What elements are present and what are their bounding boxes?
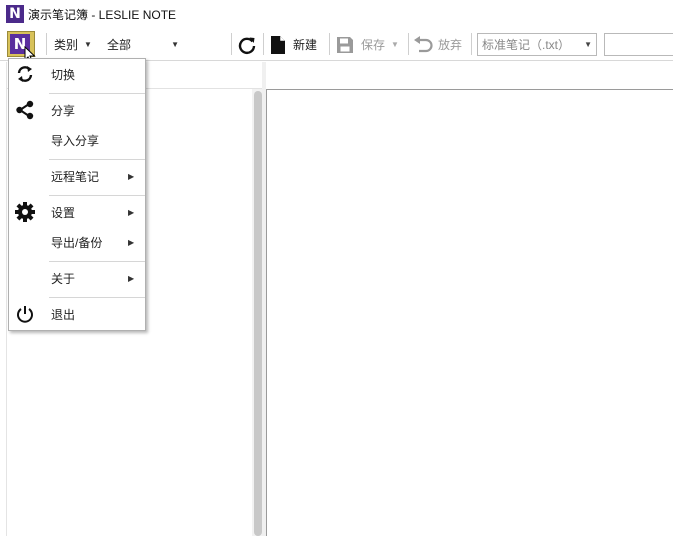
save-button[interactable]: 保存 ▼ xyxy=(336,28,399,61)
menu-item-label: 导入分享 xyxy=(51,133,100,148)
submenu-arrow-icon: ▶ xyxy=(128,237,135,247)
refresh-button[interactable] xyxy=(237,28,257,61)
menu-separator xyxy=(49,297,145,298)
menu-item-export-backup[interactable]: 导出/备份 ▶ xyxy=(9,228,145,256)
share-icon xyxy=(13,98,37,122)
chevron-down-icon: ▼ xyxy=(391,40,399,49)
menu-separator xyxy=(49,159,145,160)
menu-separator xyxy=(49,195,145,196)
editor-header xyxy=(266,62,673,89)
power-icon xyxy=(13,302,37,326)
new-note-button[interactable]: 新建 xyxy=(270,28,317,61)
menu-item-about[interactable]: 关于 ▶ xyxy=(9,264,145,292)
menu-item-label: 退出 xyxy=(51,307,76,322)
note-editor[interactable] xyxy=(266,89,673,536)
menu-item-exit[interactable]: 退出 xyxy=(9,300,145,328)
menu-item-label: 远程笔记 xyxy=(51,169,100,184)
menu-item-remote-notes[interactable]: 远程笔记 ▶ xyxy=(9,162,145,190)
save-icon xyxy=(337,36,353,53)
main-menu-popup: 切换 分享 导入分享 远程笔记 ▶ 设置 ▶ 导出/备份 ▶ 关于 ▶ 退出 xyxy=(8,58,146,331)
filter-all-dropdown[interactable]: 全部 ▼ xyxy=(107,28,183,61)
menu-item-label: 关于 xyxy=(51,271,76,286)
category-dropdown[interactable]: 类别 ▼ xyxy=(54,28,92,61)
menu-item-label: 设置 xyxy=(51,205,76,220)
save-label: 保存 xyxy=(361,38,386,52)
left-edge-strip xyxy=(0,62,7,536)
gear-icon xyxy=(13,200,37,224)
toolbar-separator xyxy=(231,33,232,55)
menu-separator xyxy=(49,93,145,94)
discard-label: 放弃 xyxy=(438,38,463,52)
submenu-arrow-icon: ▶ xyxy=(128,273,135,283)
sync-icon xyxy=(13,62,37,86)
toolbar-separator xyxy=(408,33,409,55)
menu-separator xyxy=(49,261,145,262)
toolbar-separator xyxy=(329,33,330,55)
menu-item-label: 导出/备份 xyxy=(51,235,103,250)
submenu-arrow-icon: ▶ xyxy=(128,207,135,217)
new-note-label: 新建 xyxy=(293,38,318,52)
filter-all-label: 全部 xyxy=(107,38,132,52)
menu-item-label: 切换 xyxy=(51,67,76,82)
menu-item-label: 分享 xyxy=(51,103,76,118)
chevron-down-icon: ▼ xyxy=(84,40,92,49)
note-type-value: 标准笔记（.txt） xyxy=(482,38,571,52)
toolbar: 类别 ▼ 全部 ▼ 新建 保存 ▼ 放 xyxy=(0,28,673,64)
chevron-down-icon: ▼ xyxy=(171,40,179,49)
undo-icon xyxy=(414,35,433,52)
toolbar-separator xyxy=(471,33,472,55)
title-bar: 演示笔记簿 - LESLIE NOTE xyxy=(0,0,673,28)
refresh-icon xyxy=(238,37,256,54)
chevron-down-icon: ▼ xyxy=(584,40,592,49)
menu-item-import-share[interactable]: 导入分享 xyxy=(9,126,145,154)
menu-item-switch[interactable]: 切换 xyxy=(9,60,145,88)
note-list-scrollbar-thumb[interactable] xyxy=(254,91,262,536)
submenu-arrow-icon: ▶ xyxy=(128,171,135,181)
menu-item-settings[interactable]: 设置 ▶ xyxy=(9,198,145,226)
toolbar-separator xyxy=(263,33,264,55)
toolbar-separator xyxy=(46,33,47,55)
note-type-select[interactable]: 标准笔记（.txt） ▼ xyxy=(477,33,597,56)
app-logo-icon xyxy=(6,5,24,23)
category-label: 类别 xyxy=(54,38,79,52)
window-title: 演示笔记簿 - LESLIE NOTE xyxy=(28,7,177,22)
search-input[interactable] xyxy=(604,33,673,56)
discard-button[interactable]: 放弃 xyxy=(413,28,462,61)
menu-item-share[interactable]: 分享 xyxy=(9,96,145,124)
new-file-icon xyxy=(271,35,285,54)
